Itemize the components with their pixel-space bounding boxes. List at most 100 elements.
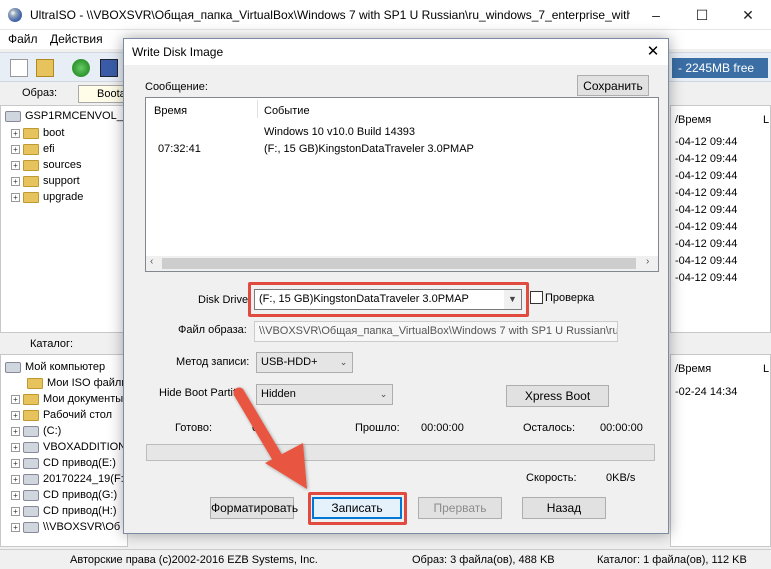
tree-item-vboxadditions[interactable]: + VBOXADDITION: [11, 439, 126, 455]
file-date: -04-12 09:44: [675, 187, 738, 199]
expand-icon[interactable]: +: [11, 394, 20, 404]
expand-icon[interactable]: +: [11, 458, 20, 468]
tree-item-desktop[interactable]: + Рабочий стол: [11, 407, 112, 423]
expand-icon[interactable]: +: [11, 160, 20, 170]
elapsed-label: Прошло:: [355, 422, 400, 434]
folder-icon: [23, 127, 39, 139]
new-file-icon[interactable]: [10, 59, 28, 77]
back-button[interactable]: Назад: [522, 497, 606, 519]
xpress-boot-button[interactable]: Xpress Boot: [506, 385, 609, 407]
verify-label: Проверка: [545, 292, 595, 304]
column-header-l[interactable]: L: [763, 114, 769, 126]
write-method-value: USB-HDD+: [261, 356, 318, 368]
tree-item-my-computer[interactable]: Мой компьютер: [5, 359, 105, 375]
iso-tree-panel: GSP1RMCENVOL_F + boot + efi + sources + supp…: [0, 105, 130, 333]
minimize-button[interactable]: –: [633, 0, 679, 30]
dialog-close-button[interactable]: ✕: [638, 39, 668, 65]
folder-icon: [23, 393, 39, 405]
scrollbar-thumb[interactable]: [162, 258, 636, 269]
tree-item-cd-h[interactable]: + CD привод(H:): [11, 503, 117, 519]
file-date: -04-12 09:44: [675, 221, 738, 233]
expand-icon[interactable]: +: [11, 192, 20, 202]
disk-drive-label: Disk Drive:: [198, 294, 252, 306]
menu-file[interactable]: Файл: [8, 32, 38, 46]
column-header-time[interactable]: /Время: [675, 363, 711, 375]
catalog-label: Каталог:: [30, 338, 74, 350]
write-method-label: Метод записи:: [176, 356, 250, 368]
speed-label: Скорость:: [526, 472, 577, 484]
highlight-box-disk-drive: [248, 282, 529, 317]
status-copyright: Авторские права (c)2002-2016 EZB Systems…: [70, 554, 318, 566]
expand-icon[interactable]: +: [11, 506, 20, 516]
tree-item-cd-g[interactable]: + CD привод(G:): [11, 487, 117, 503]
file-date: -02-24 14:34: [675, 386, 738, 398]
file-date: -04-12 09:44: [675, 238, 738, 250]
scroll-left-icon[interactable]: ‹: [150, 256, 153, 267]
menu-actions[interactable]: Действия: [50, 32, 103, 46]
folder-icon: [27, 377, 43, 389]
verify-checkbox[interactable]: [530, 291, 543, 304]
expand-icon[interactable]: +: [11, 410, 20, 420]
image-file-path: \\VBOXSVR\Общая_папка_VirtualBox\Windows…: [259, 325, 618, 337]
image-file-field[interactable]: \\VBOXSVR\Общая_папка_VirtualBox\Windows…: [254, 321, 618, 342]
catalog-file-list: /Время L -02-24 14:34: [670, 354, 771, 547]
remaining-value: 00:00:00: [600, 422, 643, 434]
iso-root[interactable]: GSP1RMCENVOL_F: [5, 108, 130, 124]
log-header-event[interactable]: Событие: [264, 105, 310, 117]
expand-icon[interactable]: +: [11, 144, 20, 154]
expand-icon[interactable]: +: [11, 426, 20, 436]
horizontal-scrollbar[interactable]: ‹ ›: [146, 256, 658, 271]
tree-item-drive-c[interactable]: + (C:): [11, 423, 61, 439]
tree-item-network-share[interactable]: + \\VBOXSVR\Об: [11, 519, 120, 535]
abort-button[interactable]: Прервать: [418, 497, 502, 519]
extract-icon[interactable]: [72, 59, 90, 77]
file-date: -04-12 09:44: [675, 153, 738, 165]
done-label: Готово:: [175, 422, 213, 434]
drive-icon: [23, 425, 39, 437]
folder-icon: [23, 191, 39, 203]
maximize-button[interactable]: ☐: [679, 0, 725, 30]
image-label: Образ:: [22, 87, 58, 99]
window-title: UltraISO - \\VBOXSVR\Общая_папка_Virtual…: [30, 8, 630, 22]
tree-item-boot[interactable]: + boot: [11, 125, 64, 141]
expand-icon[interactable]: +: [11, 128, 20, 138]
bootable-field[interactable]: Bootab: [78, 85, 126, 103]
expand-icon[interactable]: +: [11, 490, 20, 500]
write-progress-bar: [146, 444, 655, 461]
tree-item-efi[interactable]: + efi: [11, 141, 55, 157]
tree-item-upgrade[interactable]: + upgrade: [11, 189, 83, 205]
write-method-select[interactable]: USB-HDD+ ⌄: [256, 352, 353, 373]
open-folder-icon[interactable]: [36, 59, 54, 77]
expand-icon[interactable]: +: [11, 474, 20, 484]
tree-item-support[interactable]: + support: [11, 173, 80, 189]
status-bar: Авторские права (c)2002-2016 EZB Systems…: [0, 549, 771, 569]
write-disk-image-dialog: Write Disk Image ✕ Сообщение: Сохранить …: [123, 38, 669, 534]
column-header-time[interactable]: /Время: [675, 114, 711, 126]
chevron-down-icon[interactable]: ⌄: [335, 353, 352, 372]
log-event: (F:, 15 GB)KingstonDataTraveler 3.0PMAP: [264, 143, 474, 155]
tree-item-my-iso[interactable]: Мои ISO файлы: [27, 375, 129, 391]
expand-icon[interactable]: +: [11, 522, 20, 532]
log-header-time[interactable]: Время: [154, 105, 187, 117]
save-log-button[interactable]: Сохранить: [577, 75, 649, 96]
file-date: -04-12 09:44: [675, 204, 738, 216]
close-window-button[interactable]: ✕: [725, 0, 771, 30]
chevron-down-icon[interactable]: ⌄: [375, 385, 392, 404]
dialog-title: Write Disk Image: [132, 45, 224, 59]
file-date: -04-12 09:44: [675, 136, 738, 148]
tree-item-sources[interactable]: + sources: [11, 157, 82, 173]
tree-item-cd-e[interactable]: + CD привод(E:): [11, 455, 116, 471]
disc-icon: [5, 110, 21, 122]
expand-icon[interactable]: +: [11, 176, 20, 186]
scroll-right-icon[interactable]: ›: [646, 256, 649, 267]
annotation-arrow-icon: [233, 387, 307, 489]
message-log: Время Событие Windows 10 v10.0 Build 143…: [145, 97, 659, 272]
tree-item-my-docs[interactable]: + Мои документы: [11, 391, 123, 407]
tree-item-usb-f[interactable]: +20170224_19(F:): [11, 471, 127, 487]
expand-icon[interactable]: +: [11, 442, 20, 452]
column-header-l[interactable]: L: [763, 363, 769, 375]
elapsed-value: 00:00:00: [421, 422, 464, 434]
image-file-label: Файл образа:: [178, 324, 247, 336]
save-icon[interactable]: [100, 59, 118, 77]
cd-drive-icon: [23, 457, 39, 469]
